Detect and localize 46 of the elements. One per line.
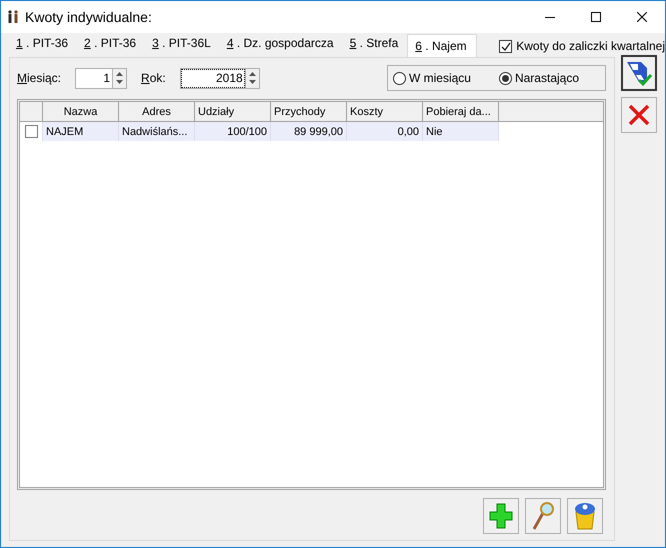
year-spinner[interactable]: 2018 [180,68,260,88]
search-button[interactable] [525,498,561,534]
table-cell: 89 999,00 [270,122,346,141]
search-icon [531,501,555,531]
row-checkbox[interactable] [24,125,38,138]
table-cell: Nie [422,122,498,141]
window-title: Kwoty indywidualne: [25,9,152,25]
table-cell: NAJEM [42,122,118,141]
plus-icon [489,503,513,529]
maximize-icon [591,12,601,22]
radio-button[interactable] [498,72,512,84]
column-header[interactable]: Przychody [270,102,346,122]
tab[interactable]: 3 . PIT-36L [145,34,220,57]
tab[interactable]: 1 . PIT-36 [9,34,78,57]
people-icon [7,10,19,24]
up-arrow-icon [248,72,256,76]
up-arrow-icon [116,72,124,76]
tab[interactable]: 4 . Dz. gospodarcza [220,34,343,57]
save-button[interactable] [621,55,657,91]
tab[interactable]: 5 . Strefa [342,34,408,57]
cancel-button[interactable] [621,97,657,133]
table-cell: 100/100 [194,122,270,141]
checkbox-label[interactable]: Kwoty do zaliczki kwartalnej [516,39,665,53]
delete-button[interactable] [567,498,603,534]
close-icon [637,12,647,22]
down-arrow-icon [248,80,256,84]
column-header[interactable]: Udziały [194,102,270,122]
radio-label[interactable]: W miesiącu [408,71,471,85]
year-label: Rok: [141,71,166,85]
column-header[interactable]: Koszty [346,102,422,122]
table-cell: Nadwiślańs... [118,122,194,141]
table-cell: 0,00 [346,122,422,141]
cross-icon [627,103,651,127]
add-button[interactable] [483,498,519,534]
tab[interactable]: 6 . Najem [407,34,477,57]
column-header[interactable]: Nazwa [42,102,118,122]
checkbox[interactable] [499,40,512,52]
radio-label[interactable]: Narastająco [514,71,579,85]
bin-icon [573,501,597,531]
column-header[interactable]: Pobieraj da... [422,102,498,122]
down-arrow-icon [116,80,124,84]
month-spinner[interactable]: 1 [75,68,128,88]
column-header[interactable]: Adres [118,102,194,122]
month-label: Miesiąc: [17,71,62,85]
tab[interactable]: 2 . PIT-36 [77,34,146,57]
radio-button[interactable] [392,72,406,84]
